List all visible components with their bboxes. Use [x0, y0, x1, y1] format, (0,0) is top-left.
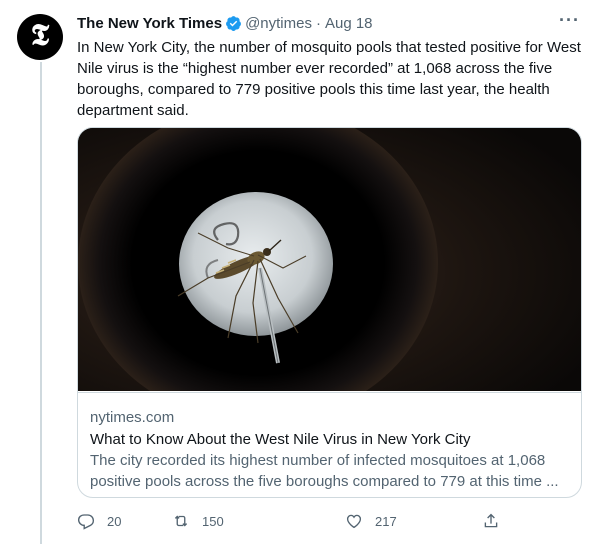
reply-icon — [77, 514, 95, 530]
separator-dot: · — [315, 14, 321, 32]
like-button[interactable]: 217 — [345, 512, 397, 530]
author-name[interactable]: The New York Times — [77, 15, 222, 32]
mosquito-photo — [78, 128, 581, 391]
heart-icon — [346, 514, 362, 529]
card-image — [78, 128, 581, 391]
tweet-actions: 20 150 217 — [77, 512, 507, 534]
reply-count: 20 — [107, 513, 122, 529]
tweet-text: In New York City, the number of mosquito… — [77, 39, 581, 119]
tweet-date[interactable]: Aug 18 — [325, 15, 373, 32]
author-handle[interactable]: @nytimes — [245, 15, 312, 32]
reply-button[interactable]: 20 — [77, 512, 121, 530]
nyt-logo-icon: 𝕿 — [30, 18, 50, 53]
tweet-header: The New York Times @nytimes · Aug 18 — [77, 13, 582, 33]
card-title[interactable]: What to Know About the West Nile Virus i… — [90, 429, 569, 450]
card-description: The city recorded its highest number of … — [90, 452, 559, 490]
link-card[interactable]: nytimes.com What to Know About the West … — [77, 127, 582, 498]
share-button[interactable] — [482, 512, 512, 530]
thread-line — [40, 62, 42, 544]
avatar[interactable]: 𝕿 — [17, 14, 63, 60]
verified-badge-icon — [226, 15, 241, 31]
retweet-count: 150 — [202, 513, 224, 529]
retweet-icon — [174, 515, 188, 527]
share-icon — [484, 513, 498, 528]
like-count: 217 — [375, 513, 397, 529]
card-domain: nytimes.com — [90, 409, 175, 426]
more-horizontal-icon[interactable]: ··· — [559, 10, 580, 31]
card-body: nytimes.com What to Know About the West … — [78, 392, 581, 497]
retweet-button[interactable]: 150 — [172, 512, 224, 530]
